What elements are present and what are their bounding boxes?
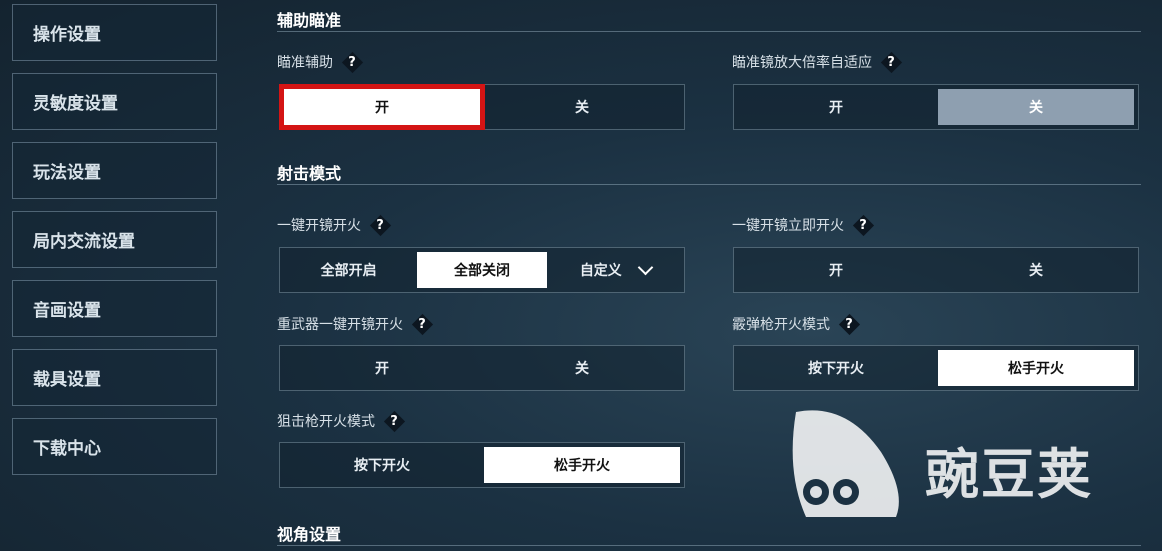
setting-label-scope-adaptive: 瞄准镜放大倍率自适应 ? [732,51,902,73]
sidebar-item-gameplay[interactable]: 玩法设置 [12,142,217,199]
scope-adaptive-toggle: 开 关 [733,84,1139,130]
sidebar-item-sensitivity[interactable]: 灵敏度设置 [12,73,217,130]
shotgun-press-fire-option[interactable]: 按下开火 [738,350,934,386]
option-custom[interactable]: 自定义 [551,252,680,288]
help-icon[interactable]: ? [838,313,860,335]
aim-assist-off-option[interactable]: 关 [484,89,680,125]
setting-label-aim-assist: 瞄准辅助 ? [277,51,363,73]
heavy-weapon-fire-on-option[interactable]: 开 [284,350,480,386]
help-icon[interactable]: ? [852,214,874,236]
sidebar-item-vehicle[interactable]: 载具设置 [12,349,217,406]
sniper-fire-mode-toggle: 按下开火 松手开火 [279,442,685,488]
shotgun-release-fire-option[interactable]: 松手开火 [938,350,1134,386]
sidebar-item-label: 音画设置 [33,301,101,321]
aim-assist-on-option[interactable]: 开 [279,84,485,130]
scope-adaptive-off-option[interactable]: 关 [938,89,1134,125]
help-icon[interactable]: ? [383,410,405,432]
sidebar-item-label: 玩法设置 [33,163,101,183]
chevron-down-icon [637,259,654,276]
shotgun-fire-mode-toggle: 按下开火 松手开火 [733,345,1139,391]
setting-label-sniper-fire-mode: 狙击枪开火模式 ? [277,410,405,432]
setting-label-heavy-weapon-fire: 重武器一键开镜开火 ? [277,313,433,335]
sidebar-item-label: 局内交流设置 [33,232,135,252]
section-divider [277,184,1141,185]
sidebar-item-communication[interactable]: 局内交流设置 [12,211,217,268]
help-icon[interactable]: ? [411,313,433,335]
heavy-weapon-fire-toggle: 开 关 [279,345,685,391]
heavy-weapon-fire-off-option[interactable]: 关 [484,350,680,386]
sidebar-item-audio-visual[interactable]: 音画设置 [12,280,217,337]
section-title-view: 视角设置 [277,525,342,544]
instant-scope-fire-on-option[interactable]: 开 [738,252,934,288]
sniper-release-fire-option[interactable]: 松手开火 [484,447,680,483]
setting-label-shotgun-fire-mode: 霰弹枪开火模式 ? [732,313,860,335]
watermark-text: 豌豆荚 [925,443,1093,506]
sniper-press-fire-option[interactable]: 按下开火 [284,447,480,483]
instant-scope-fire-off-option[interactable]: 关 [938,252,1134,288]
sidebar-item-label: 下载中心 [33,439,101,459]
sidebar-item-download[interactable]: 下载中心 [12,418,217,475]
help-icon[interactable]: ? [880,51,902,73]
instant-scope-fire-toggle: 开 关 [733,247,1139,293]
help-icon[interactable]: ? [369,214,391,236]
setting-label-instant-scope-fire: 一键开镜立即开火 ? [732,214,874,236]
section-divider [277,31,1141,32]
option-all-off[interactable]: 全部关闭 [417,252,547,288]
option-all-on[interactable]: 全部开启 [284,252,413,288]
sidebar-item-label: 操作设置 [33,25,101,45]
section-title-fire-mode: 射击模式 [277,164,342,183]
one-key-scope-fire-selector: 全部开启 全部关闭 自定义 [279,247,685,293]
section-divider [277,545,1141,546]
scope-adaptive-on-option[interactable]: 开 [738,89,934,125]
section-title-aim-assist: 辅助瞄准 [277,11,342,30]
sidebar-item-controls[interactable]: 操作设置 [12,4,217,61]
sidebar-item-label: 灵敏度设置 [33,94,118,114]
sidebar-item-label: 载具设置 [33,370,101,390]
help-icon[interactable]: ? [341,51,363,73]
setting-label-one-key-scope-fire: 一键开镜开火 ? [277,214,391,236]
aim-assist-toggle: 开 关 [279,84,685,130]
